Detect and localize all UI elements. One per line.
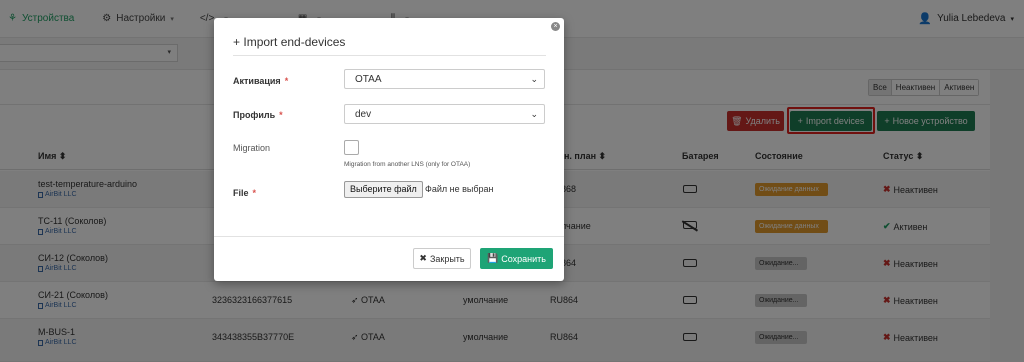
- migration-hint: Migration from another LNS (only for OTA…: [344, 161, 471, 168]
- activation-select-value: OTAA: [355, 74, 382, 85]
- file-label: File *: [233, 188, 256, 198]
- profile-label-text: Профиль: [233, 110, 276, 120]
- activation-select[interactable]: OTAA ⌄: [344, 69, 545, 89]
- required-marker: *: [252, 188, 257, 198]
- divider: [233, 55, 546, 56]
- chevron-down-icon: ⌄: [530, 109, 538, 119]
- page: ⚘ Устройства ⚙ Настройки ▾ </> ▾ ▦ ▾ ⦀ ▾…: [0, 0, 1024, 362]
- file-status-text: Файл не выбран: [425, 184, 494, 194]
- profile-select-value: dev: [355, 109, 372, 120]
- modal-title: + Import end-devices: [233, 35, 345, 49]
- floppy-icon: 💾: [487, 253, 499, 263]
- modal-title-label: Import end-devices: [243, 35, 346, 49]
- file-label-text: File: [233, 188, 249, 198]
- migration-checkbox[interactable]: [344, 140, 359, 155]
- close-button[interactable]: ✖ Закрыть: [413, 248, 471, 269]
- close-button-label: Закрыть: [429, 253, 465, 264]
- save-button-label: Сохранить: [501, 253, 546, 264]
- activation-label-text: Активация: [233, 76, 281, 86]
- required-marker: *: [279, 110, 283, 120]
- required-marker: *: [284, 76, 289, 86]
- save-button[interactable]: 💾 Сохранить: [480, 248, 553, 269]
- close-icon: ✖: [419, 253, 427, 263]
- activation-label: Активация *: [233, 76, 288, 86]
- import-end-devices-modal: × + Import end-devices Активация * OTAA ⌄…: [214, 18, 564, 281]
- divider: [214, 236, 564, 237]
- migration-label: Migration: [233, 143, 271, 153]
- chevron-down-icon: ⌄: [530, 74, 538, 84]
- plus-icon: +: [233, 35, 241, 49]
- choose-file-button[interactable]: Выберите файл: [344, 181, 423, 198]
- profile-label: Профиль *: [233, 110, 283, 120]
- close-icon[interactable]: ×: [551, 22, 560, 31]
- profile-select[interactable]: dev ⌄: [344, 104, 545, 124]
